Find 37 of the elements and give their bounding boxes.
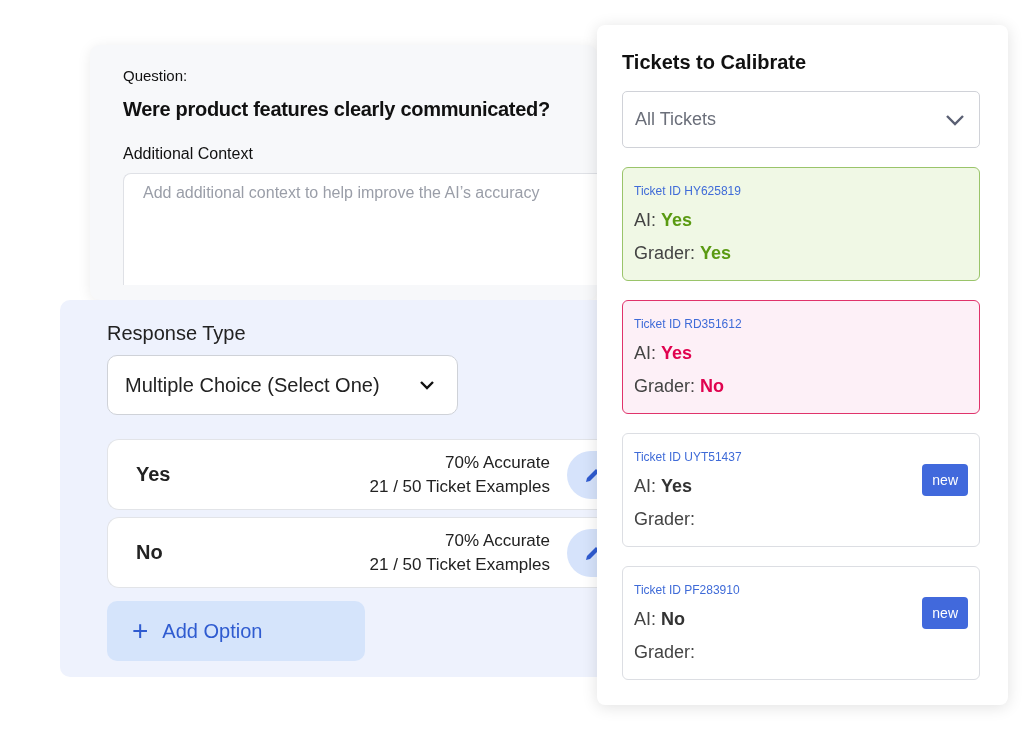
ticket-id: Ticket ID RD351612 [634,317,743,331]
response-type-dropdown[interactable]: Multiple Choice (Select One) [107,355,458,415]
option-name: Yes [136,463,172,486]
question-label: Question: [123,67,189,84]
new-badge: new [922,597,968,629]
accuracy-text: 70% Accurate [445,529,550,552]
ai-answer: AI: Yes [634,210,694,231]
grader-answer: Grader: No [634,376,726,397]
ticket-id: Ticket ID HY625819 [634,184,742,198]
question-text: Were product features clearly communicated? [123,98,551,121]
ticket-id: Ticket ID UYT51437 [634,450,743,464]
ai-answer: AI: Yes [634,476,694,497]
option-name: No [136,541,164,564]
ticket-filter-dropdown[interactable]: All Tickets [622,91,980,148]
context-field[interactable]: Add additional context to help improve the AI’s accuracy [123,173,597,285]
edit-button[interactable] [567,528,597,577]
new-badge: new [922,464,968,496]
ticket-card[interactable]: Ticket ID UYT51437 AI: Yes Grader: new [622,433,980,547]
ticket-card[interactable]: Ticket ID HY625819 AI: Yes Grader: Yes [622,167,980,281]
panel-title: Tickets to Calibrate [622,51,808,74]
ticket-card[interactable]: Ticket ID PF283910 AI: No Grader: new [622,566,980,680]
grader-answer: Grader: [634,642,697,663]
examples-text: 21 / 50 Ticket Examples [369,553,550,576]
chevron-down-icon [419,380,435,390]
ticket-card[interactable]: Ticket ID RD351612 AI: Yes Grader: No [622,300,980,414]
add-option-button[interactable]: + Add Option [107,601,365,661]
ai-answer: AI: No [634,609,686,630]
grader-answer: Grader: [634,509,697,530]
context-label: Additional Context [123,145,254,163]
edit-button[interactable] [567,450,597,499]
response-type-label: Response Type [107,322,247,345]
ticket-id: Ticket ID PF283910 [634,583,741,597]
examples-text: 21 / 50 Ticket Examples [369,475,550,498]
ai-answer: AI: Yes [634,343,694,364]
grader-answer: Grader: Yes [634,243,733,264]
chevron-down-icon [945,113,965,126]
accuracy-text: 70% Accurate [445,451,550,474]
